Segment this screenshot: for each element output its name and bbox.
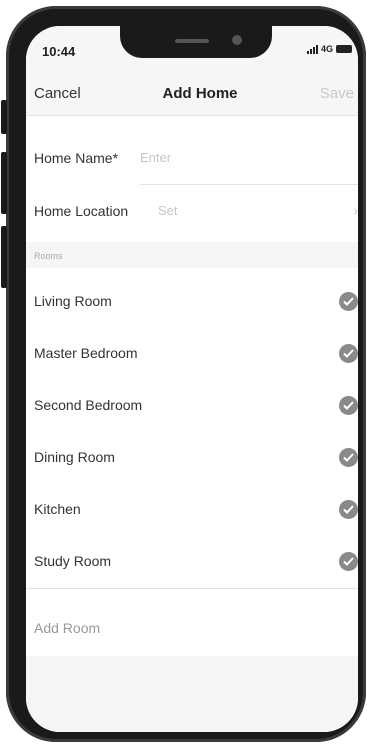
room-label: Second Bedroom: [34, 397, 143, 413]
status-time: 10:44: [42, 44, 76, 59]
volume-down-button: [1, 226, 7, 288]
add-room-label: Add Room: [34, 620, 101, 636]
check-circle-icon[interactable]: [339, 396, 358, 415]
check-circle-icon[interactable]: [339, 292, 358, 311]
divider: [26, 588, 358, 589]
check-circle-icon[interactable]: [339, 344, 358, 363]
bottom-background: [26, 656, 358, 732]
notch: [120, 26, 272, 58]
home-location-value[interactable]: Set: [158, 203, 178, 218]
add-room-button[interactable]: Add Room: [26, 603, 358, 655]
mute-switch: [1, 100, 7, 134]
check-circle-icon[interactable]: [339, 552, 358, 571]
save-button[interactable]: Save: [320, 85, 354, 102]
battery-icon: [336, 45, 352, 53]
volume-up-button: [1, 152, 7, 214]
nav-bar: Cancel Add Home Save: [26, 70, 358, 116]
network-type: 4G: [320, 44, 333, 54]
screen: 10:44 4G Cancel Add Home Save Home Name*…: [26, 26, 358, 732]
rooms-header: Rooms: [34, 251, 63, 261]
room-item[interactable]: Master Bedroom: [26, 328, 358, 380]
room-item[interactable]: Study Room: [26, 536, 358, 588]
rooms-section-header: Rooms: [26, 242, 358, 268]
page-title: Add Home: [162, 85, 238, 102]
room-item[interactable]: Living Room: [26, 276, 358, 328]
signal-icon: [306, 44, 318, 54]
room-item[interactable]: Kitchen: [26, 484, 358, 536]
room-label: Dining Room: [34, 449, 115, 465]
phone-frame: 10:44 4G Cancel Add Home Save Home Name*…: [6, 6, 366, 742]
home-name-row[interactable]: Home Name* Enter: [26, 132, 358, 184]
check-circle-icon[interactable]: [339, 448, 358, 467]
room-label: Master Bedroom: [34, 345, 138, 361]
home-name-input[interactable]: Enter: [140, 150, 171, 165]
check-circle-icon[interactable]: [339, 500, 358, 519]
room-item[interactable]: Dining Room: [26, 432, 358, 484]
room-label: Kitchen: [34, 501, 81, 517]
status-indicators: 4G: [306, 44, 352, 54]
speaker: [175, 39, 209, 43]
chevron-right-icon: ›: [353, 203, 358, 218]
room-item[interactable]: Second Bedroom: [26, 380, 358, 432]
room-label: Living Room: [34, 293, 112, 309]
home-location-row[interactable]: Home Location Set ›: [26, 185, 358, 237]
home-location-label: Home Location: [34, 203, 129, 219]
front-camera: [232, 35, 242, 45]
room-label: Study Room: [34, 553, 112, 569]
home-name-label: Home Name*: [34, 150, 119, 166]
